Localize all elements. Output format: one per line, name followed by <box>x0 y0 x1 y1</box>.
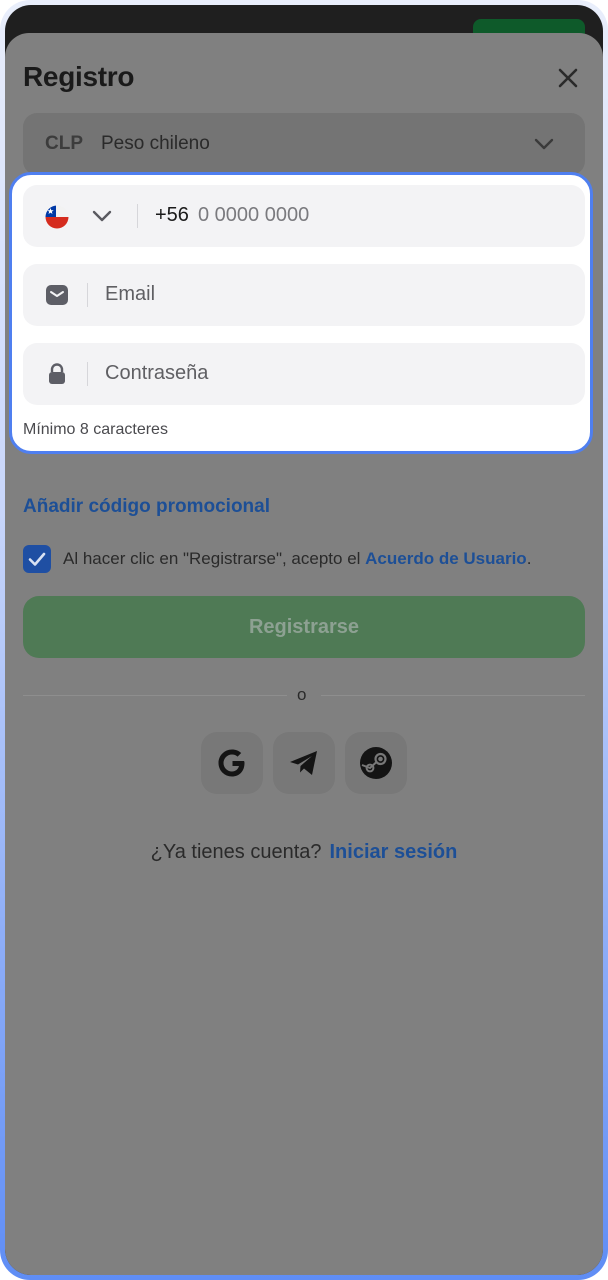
close-icon <box>558 68 578 88</box>
google-login-button[interactable] <box>201 732 263 794</box>
currency-select[interactable]: CLP Peso chileno <box>23 113 585 175</box>
login-prompt: ¿Ya tienes cuenta? Iniciar sesión <box>5 841 603 864</box>
chile-flag-icon <box>45 205 69 229</box>
terms-text: Al hacer clic en "Registrarse", acepto e… <box>63 549 531 569</box>
telegram-icon <box>290 751 317 775</box>
login-link[interactable]: Iniciar sesión <box>330 841 458 863</box>
device-frame: Registro CLP Peso chileno Añadir código … <box>0 0 608 1280</box>
password-hint: Mínimo 8 caracteres <box>23 421 168 438</box>
steam-login-button[interactable] <box>345 732 407 794</box>
phone-input[interactable]: 0 0000 0000 <box>198 204 309 227</box>
divider-text: o <box>297 685 307 704</box>
currency-code: CLP <box>45 133 83 154</box>
register-button[interactable]: Registrarse <box>23 596 585 658</box>
field-divider <box>87 283 88 307</box>
phone-field[interactable]: +56 0 0000 0000 <box>23 185 585 247</box>
credentials-form: +56 0 0000 0000 Email Contraseña Mínimo … <box>9 172 593 454</box>
email-input[interactable]: Email <box>105 283 155 306</box>
chevron-down-icon <box>534 138 554 150</box>
email-field[interactable]: Email <box>23 264 585 326</box>
chevron-down-icon[interactable] <box>91 205 113 227</box>
divider-right <box>321 695 585 696</box>
field-divider <box>87 362 88 386</box>
divider-left <box>23 695 287 696</box>
field-divider <box>137 204 138 228</box>
password-input[interactable]: Contraseña <box>105 362 208 385</box>
password-field[interactable]: Contraseña <box>23 343 585 405</box>
google-icon <box>218 749 245 777</box>
user-agreement-link[interactable]: Acuerdo de Usuario <box>365 549 527 568</box>
terms-checkbox[interactable] <box>23 545 51 573</box>
telegram-login-button[interactable] <box>273 732 335 794</box>
add-promo-code-link[interactable]: Añadir código promocional <box>23 496 270 518</box>
login-question: ¿Ya tienes cuenta? <box>150 841 322 863</box>
steam-icon <box>360 747 392 779</box>
check-icon <box>28 552 46 566</box>
currency-name: Peso chileno <box>101 133 210 154</box>
page-title: Registro <box>23 61 135 92</box>
mail-icon <box>46 285 68 305</box>
terms-end: . <box>526 549 532 568</box>
phone-prefix: +56 <box>155 204 189 226</box>
terms-label: Al hacer clic en "Registrarse", acepto e… <box>63 549 366 568</box>
lock-icon <box>49 363 65 384</box>
close-button[interactable] <box>553 63 583 93</box>
